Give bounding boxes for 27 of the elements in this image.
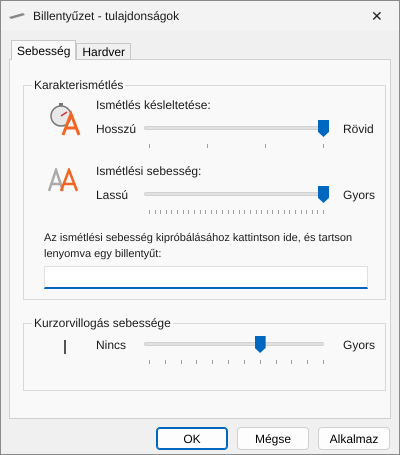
test-input-field[interactable] — [44, 266, 368, 289]
slider-track[interactable] — [144, 120, 329, 150]
tab[interactable]: Sebesség — [11, 40, 76, 60]
group-title: Karakterismétlés — [33, 78, 124, 92]
slider-track[interactable] — [144, 186, 329, 216]
slider-max-label: Rövid — [342, 121, 375, 136]
slider-max-label: Gyors — [342, 337, 376, 352]
text-cursor-icon — [64, 340, 66, 354]
slider-thumb[interactable] — [254, 336, 266, 353]
slider-max-label: Gyors — [342, 187, 376, 202]
slider-min-label: Nincs — [96, 337, 128, 352]
dialog-button[interactable]: Alkalmaz — [318, 427, 390, 450]
slider-label: Ismétlési sebesség: — [96, 164, 202, 178]
test-instruction: Az ismétlési sebesség kipróbálásához kattintson ide, és tartson lenyomva egy billentyűt: — [44, 231, 354, 262]
dialog-button[interactable]: Mégse — [237, 427, 309, 450]
slider-thumb[interactable] — [318, 186, 329, 203]
close-button[interactable]: ✕ — [355, 1, 399, 31]
slider-label: Ismétlés késleltetése: — [96, 98, 212, 112]
window-title: Billentyűzet - tulajdonságok — [33, 9, 180, 23]
stopwatch-letter-icon — [48, 102, 82, 136]
slider-thumb[interactable] — [318, 120, 329, 137]
group-title: Kurzorvillogás sebessége — [33, 316, 172, 330]
keyboard-icon — [9, 12, 25, 20]
slider-min-label: Lassú — [96, 187, 130, 202]
slider-min-label: Hosszú — [96, 121, 138, 136]
tab[interactable]: Hardver — [76, 43, 132, 60]
dialog-button[interactable]: OK — [156, 427, 228, 450]
